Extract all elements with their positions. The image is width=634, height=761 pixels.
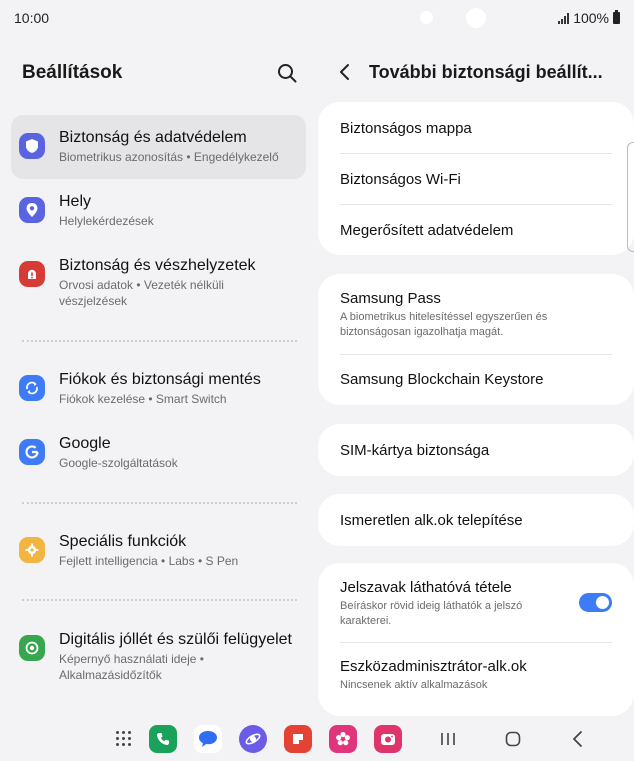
app-drawer-icon[interactable] — [116, 731, 132, 747]
front-camera-cutout — [420, 11, 433, 24]
settings-card: SIM-kártya biztonsága — [318, 424, 634, 476]
settings-list-pane: Beállítások Biztonság és adatvédelem Bio… — [0, 36, 317, 716]
menu-item-accounts-backup[interactable]: Fiókok és biztonsági mentés Fiókok kezel… — [11, 357, 306, 421]
front-camera-cutout-large — [466, 8, 486, 28]
section-divider — [22, 340, 297, 342]
sim-security-item[interactable]: SIM-kártya biztonsága — [318, 424, 634, 476]
back-arrow-icon[interactable] — [337, 62, 353, 82]
menu-item-location[interactable]: Hely Helylekérdezések — [11, 179, 306, 243]
settings-card: Jelszavak láthatóvá tétele Beíráskor röv… — [318, 563, 634, 716]
settings-card: Samsung Pass A biometrikus hitelesítésse… — [318, 274, 634, 405]
camera-icon[interactable] — [374, 725, 402, 753]
section-divider — [22, 599, 297, 601]
back-icon[interactable] — [567, 728, 589, 750]
enhanced-privacy-item[interactable]: Megerősített adatvédelem — [318, 205, 634, 255]
menu-item-safety-emergency[interactable]: Biztonság és vészhelyzetek Orvosi adatok… — [11, 243, 306, 327]
menu-item-advanced-features[interactable]: Speciális funkciók Fejlett intelligencia… — [11, 519, 306, 583]
secure-wifi-item[interactable]: Biztonságos Wi-Fi — [318, 154, 634, 205]
menu-item-security-privacy[interactable]: Biztonság és adatvédelem Biometrikus azo… — [11, 115, 306, 179]
messages-icon[interactable] — [194, 725, 222, 753]
security-settings-pane: További biztonsági beállít... Biztonságo… — [317, 36, 634, 716]
signal-icon — [558, 12, 570, 24]
google-icon — [19, 439, 45, 465]
navigation-bar — [0, 716, 634, 761]
unknown-apps-item[interactable]: Ismeretlen alk.ok telepítése — [318, 494, 634, 546]
settings-card: Biztonságos mappa Biztonságos Wi-Fi Mege… — [318, 102, 634, 255]
battery-icon — [613, 10, 620, 24]
phone-icon[interactable] — [149, 725, 177, 753]
internet-icon[interactable] — [239, 725, 267, 753]
recent-apps-icon[interactable] — [437, 728, 459, 750]
settings-card: Ismeretlen alk.ok telepítése — [318, 494, 634, 546]
page-title: Beállítások — [22, 62, 123, 83]
shield-icon — [19, 133, 45, 159]
menu-item-digital-wellbeing[interactable]: Digitális jóllét és szülői felügyelet Ké… — [11, 617, 306, 701]
device-admin-apps-item[interactable]: Eszközadminisztrátor-alk.ok Nincsenek ak… — [318, 643, 634, 716]
battery-percent: 100% — [573, 10, 609, 26]
status-time: 10:00 — [14, 10, 50, 26]
show-passwords-toggle[interactable] — [579, 593, 612, 612]
status-bar: 10:00 100% — [0, 0, 634, 36]
home-icon[interactable] — [502, 728, 524, 750]
blockchain-keystore-item[interactable]: Samsung Blockchain Keystore — [318, 355, 634, 405]
location-pin-icon — [19, 197, 45, 223]
menu-item-google[interactable]: Google Google-szolgáltatások — [11, 421, 306, 485]
sync-icon — [19, 375, 45, 401]
samsung-pass-item[interactable]: Samsung Pass A biometrikus hitelesítésse… — [318, 274, 634, 355]
page-title: További biztonsági beállít... — [369, 62, 603, 82]
notes-icon[interactable] — [284, 725, 312, 753]
show-passwords-item[interactable]: Jelszavak láthatóvá tétele Beíráskor röv… — [318, 563, 634, 643]
advanced-features-icon — [19, 537, 45, 563]
secure-folder-item[interactable]: Biztonságos mappa — [318, 102, 634, 154]
gallery-icon[interactable] — [329, 725, 357, 753]
wellbeing-icon — [19, 635, 45, 661]
section-divider — [22, 502, 297, 504]
emergency-icon — [19, 261, 45, 287]
drag-handle[interactable] — [627, 142, 634, 252]
search-icon[interactable] — [276, 62, 298, 84]
